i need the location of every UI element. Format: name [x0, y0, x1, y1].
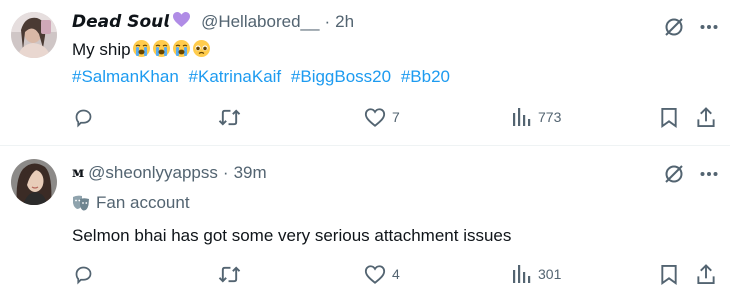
display-name[interactable]: ᴍ [72, 165, 84, 181]
tweet-actions: 4 301 [0, 261, 730, 287]
user-handle[interactable]: @sheonlyyappss [88, 163, 218, 183]
hashtag-link[interactable]: #SalmanKhan [72, 67, 179, 86]
share-icon [697, 106, 715, 127]
analytics-icon [513, 265, 531, 283]
loudly-crying-emoji-icon [172, 39, 191, 58]
hashtag-link[interactable]: #BiggBoss20 [291, 67, 391, 86]
views-count: 301 [538, 266, 562, 282]
reply-icon [75, 109, 92, 127]
reply-button[interactable] [73, 104, 100, 130]
hashtag-list: #SalmanKhan #KatrinaKaif #BiggBoss20 #Bb… [72, 66, 455, 88]
analytics-icon [513, 108, 531, 126]
bookmark-button[interactable] [660, 261, 678, 287]
tweet-text: Selmon bhai has got some very serious at… [72, 226, 512, 245]
share-icon [697, 263, 715, 284]
like-button[interactable]: 4 [364, 261, 400, 287]
reply-icon [75, 266, 92, 284]
retweet-button[interactable] [218, 261, 247, 287]
like-button[interactable]: 7 [364, 104, 400, 130]
separator-dot: · [324, 12, 331, 31]
share-button[interactable] [696, 261, 716, 287]
more-options-icon[interactable] [696, 161, 722, 187]
loudly-crying-emoji-icon [152, 39, 171, 58]
avatar[interactable] [11, 159, 57, 205]
views-button[interactable]: 773 [512, 104, 561, 130]
retweet-icon [218, 108, 241, 126]
bookmark-icon [661, 264, 677, 285]
separator-dot: · [222, 163, 229, 182]
views-count: 773 [538, 109, 562, 125]
views-button[interactable]: 301 [512, 261, 561, 287]
bookmark-icon [661, 107, 677, 128]
tweet-header: ᴍ @sheonlyyappss · 39m [72, 162, 267, 184]
like-count: 4 [392, 266, 400, 282]
more-options-icon[interactable] [696, 14, 722, 40]
tweet-text: My ship [72, 39, 211, 61]
timestamp[interactable]: 2h [335, 12, 354, 32]
purple-heart-icon [172, 11, 191, 33]
retweet-icon [218, 265, 241, 283]
fan-account-label: Fan account [72, 192, 190, 214]
tweet-actions: 7 773 [0, 104, 730, 130]
timestamp[interactable]: 39m [234, 163, 267, 183]
theater-masks-icon [73, 195, 89, 211]
reply-button[interactable] [73, 261, 100, 287]
tweet[interactable]: 𝘿𝙚𝙖𝙙 𝙎𝙤𝙪𝙡 @Hellabored__ · 2h My ship #Sa… [0, 0, 730, 145]
bookmark-button[interactable] [660, 104, 678, 130]
heart-icon [364, 107, 386, 127]
label-text: Fan account [96, 193, 190, 212]
pleading-face-emoji-icon [192, 39, 211, 58]
tweet-text-content: My ship [72, 40, 131, 59]
loudly-crying-emoji-icon [132, 39, 151, 58]
avatar[interactable] [11, 12, 57, 58]
display-name[interactable]: 𝘿𝙚𝙖𝙙 𝙎𝙤𝙪𝙡 [72, 12, 169, 32]
tweet-header: 𝘿𝙚𝙖𝙙 𝙎𝙤𝙪𝙡 @Hellabored__ · 2h [72, 11, 354, 33]
tweet[interactable]: ᴍ @sheonlyyappss · 39m Fan account Selmo… [0, 146, 730, 287]
heart-icon [364, 264, 386, 284]
like-count: 7 [392, 109, 400, 125]
hashtag-link[interactable]: #KatrinaKaif [189, 67, 282, 86]
retweet-button[interactable] [218, 104, 247, 130]
share-button[interactable] [696, 104, 716, 130]
grok-icon[interactable] [661, 14, 687, 40]
grok-icon[interactable] [661, 161, 687, 187]
user-handle[interactable]: @Hellabored__ [201, 12, 319, 32]
hashtag-link[interactable]: #Bb20 [401, 67, 450, 86]
